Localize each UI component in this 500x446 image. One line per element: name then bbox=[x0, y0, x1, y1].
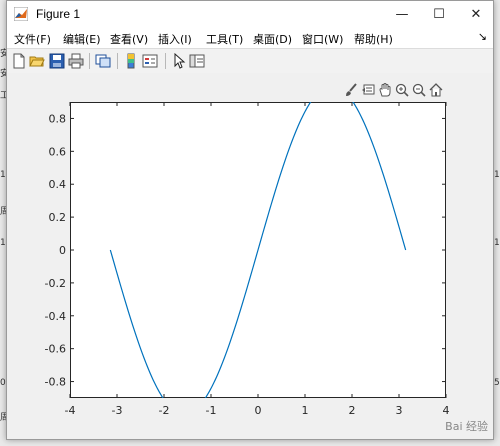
y-tick-label: -0.2 bbox=[45, 277, 66, 290]
y-tick-label: -0.4 bbox=[45, 310, 66, 323]
x-tick-label: 2 bbox=[349, 404, 356, 417]
y-tick-label: 0.6 bbox=[49, 145, 67, 158]
x-tick-label: -1 bbox=[206, 404, 217, 417]
x-tick-label: 0 bbox=[255, 404, 262, 417]
x-tick-label: 1 bbox=[302, 404, 309, 417]
watermark: Bai 经验 bbox=[445, 420, 488, 433]
line-chart: -4 -3 -2 -1 0 1 2 3 4 0.8 0.6 0.4 0.2 0 -0.2 -0.4 -0.6 -0… bbox=[45, 102, 450, 417]
y-tick-label: 0.2 bbox=[49, 211, 67, 224]
sine-series-line bbox=[109, 102, 407, 398]
x-tick-label: 3 bbox=[396, 404, 403, 417]
x-tick-label: -3 bbox=[112, 404, 123, 417]
y-tick-label: 0.4 bbox=[49, 178, 67, 191]
y-tick-label: 0 bbox=[59, 244, 66, 257]
y-tick-label: -0.6 bbox=[45, 343, 66, 356]
x-tick-label: -2 bbox=[159, 404, 170, 417]
y-tick-label: -0.8 bbox=[45, 376, 66, 389]
x-tick-label: 4 bbox=[443, 404, 450, 417]
x-tick-label: -4 bbox=[65, 404, 76, 417]
y-tick-label: 0.8 bbox=[49, 112, 67, 125]
